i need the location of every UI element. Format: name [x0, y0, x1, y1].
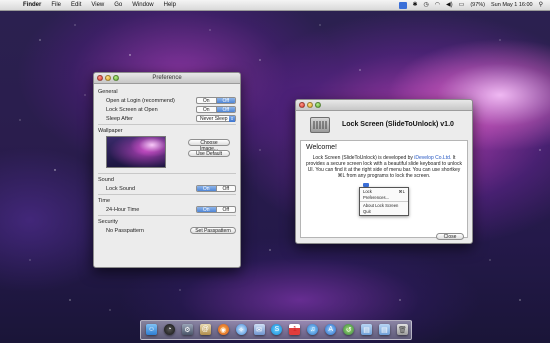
mail-icon[interactable]: ✉: [253, 324, 265, 335]
hour24-off[interactable]: Off: [215, 207, 236, 212]
wifi-icon[interactable]: ◠: [432, 0, 443, 11]
menu-clock[interactable]: Sun May 1 16:00: [488, 0, 536, 11]
select-arrows-icon: ⇕: [229, 116, 235, 122]
folder-icon[interactable]: ▤: [378, 324, 390, 335]
sleep-after-label: Sleep After: [106, 115, 133, 122]
time-machine-icon[interactable]: ↺: [343, 324, 355, 335]
wallpaper-label: Wallpaper: [98, 128, 123, 134]
menu-preview-panel: Lock ⌘L Preferences... About Lock Screen …: [359, 187, 409, 216]
menu-edit[interactable]: Edit: [66, 0, 86, 11]
lock-at-open-label: Lock Screen at Open: [106, 106, 158, 113]
firefox-icon[interactable]: ◉: [217, 324, 229, 335]
divider: [98, 173, 236, 174]
close-button[interactable]: Close: [436, 233, 464, 240]
time-label: Time: [98, 198, 111, 204]
bluetooth-icon[interactable]: ✱: [410, 0, 421, 11]
lock-at-open-toggle[interactable]: On Off: [196, 106, 236, 113]
menu-preview: Lock ⌘L Preferences... About Lock Screen …: [359, 183, 409, 216]
ical-icon[interactable]: 1: [289, 324, 301, 335]
sound-label: Sound: [98, 177, 114, 183]
menu-window[interactable]: Window: [127, 0, 158, 11]
wallpaper-row: Choose Image... Use Default: [98, 136, 236, 172]
time-machine-icon[interactable]: ◷: [421, 0, 432, 11]
lock-sound-off[interactable]: Off: [215, 186, 236, 191]
dashboard-icon[interactable]: ◔: [163, 324, 175, 335]
zoom-window-icon[interactable]: [315, 102, 321, 108]
menu-help[interactable]: Help: [159, 0, 181, 11]
lock-at-open-on[interactable]: On: [197, 107, 216, 112]
safari-icon[interactable]: ✧: [235, 324, 247, 335]
menu-preview-separator: [360, 201, 408, 202]
open-at-login-on[interactable]: On: [197, 98, 216, 103]
folder-icon[interactable]: ▤: [361, 324, 373, 335]
preference-window: Preference General Open at Login (recomm…: [93, 72, 241, 268]
keyboard-icon: [310, 116, 330, 133]
preference-titlebar[interactable]: Preference: [94, 73, 240, 84]
open-at-login-off[interactable]: Off: [215, 98, 235, 103]
welcome-heading: Welcome!: [306, 144, 337, 151]
minimize-window-icon[interactable]: [307, 102, 313, 108]
trash-icon[interactable]: 🗑: [396, 324, 408, 335]
lock-sound-row: Lock Sound On Off: [98, 184, 236, 193]
menu-finder[interactable]: Finder: [18, 0, 46, 11]
menu-view[interactable]: View: [86, 0, 109, 11]
lock-screen-content: Welcome! Lock Screen (SlideToUnlock) is …: [300, 140, 468, 238]
use-default-button[interactable]: Use Default: [188, 150, 230, 157]
lock-screen-window: Lock Screen (SlideToUnlock) v1.0 Welcome…: [295, 99, 473, 244]
hour24-row: 24-Hour Time On Off: [98, 205, 236, 214]
battery-percent: (97%): [470, 1, 485, 8]
menu-preview-preferences: Preferences...: [363, 194, 390, 200]
lock-sound-on[interactable]: On: [197, 186, 216, 191]
lock-sound-label: Lock Sound: [106, 185, 136, 192]
skype-icon[interactable]: S: [271, 324, 283, 335]
menu-file[interactable]: File: [46, 0, 66, 11]
lock-screen-titlebar[interactable]: [296, 100, 472, 111]
battery-icon[interactable]: ▭: [456, 0, 468, 11]
preference-title: Preference: [152, 75, 182, 81]
sleep-after-value: Never Sleep: [200, 116, 228, 122]
open-at-login-label: Open at Login (recommend): [106, 97, 175, 104]
no-passpattern-label: No Passpattern: [106, 227, 144, 234]
minimize-window-icon[interactable]: [105, 75, 111, 81]
menu-preview-quit: Quit: [363, 208, 371, 214]
volume-icon[interactable]: ◀): [443, 0, 456, 11]
finder-icon[interactable]: ☺: [146, 324, 157, 335]
open-at-login-toggle[interactable]: On Off: [196, 97, 236, 104]
sleep-after-select[interactable]: Never Sleep ⇕: [196, 115, 236, 122]
choose-image-button[interactable]: Choose Image...: [188, 139, 230, 152]
lock-at-open-row: Lock Screen at Open On Off: [98, 105, 236, 114]
divider: [98, 215, 236, 216]
security-label: Security: [98, 219, 118, 225]
sleep-after-row: Sleep After Never Sleep ⇕: [98, 114, 236, 123]
menu-bar: Finder File Edit View Go Window Help ✱ ◷…: [0, 0, 550, 11]
app-store-icon[interactable]: A: [325, 324, 337, 335]
close-window-icon[interactable]: [299, 102, 305, 108]
lock-sound-toggle[interactable]: On Off: [196, 185, 236, 192]
open-at-login-row: Open at Login (recommend) On Off: [98, 96, 236, 105]
lock-screen-menu-icon[interactable]: [398, 1, 407, 9]
divider: [98, 124, 236, 125]
general-label: General: [98, 89, 118, 95]
description-text: Lock Screen (SlideToUnlock) is developed…: [306, 155, 462, 179]
lock-screen-title: Lock Screen (SlideToUnlock) v1.0: [342, 121, 454, 128]
hour24-toggle[interactable]: On Off: [196, 206, 236, 213]
hour24-on[interactable]: On: [197, 207, 216, 212]
divider: [98, 194, 236, 195]
set-passpattern-button[interactable]: Set Passpattern: [190, 227, 236, 234]
hour24-label: 24-Hour Time: [106, 206, 140, 213]
itunes-icon[interactable]: ♫: [307, 324, 319, 335]
close-window-icon[interactable]: [97, 75, 103, 81]
passpattern-row: No Passpattern Set Passpattern: [98, 226, 236, 235]
system-icon[interactable]: ⚙: [181, 324, 193, 335]
wallpaper-thumbnail: [106, 136, 166, 168]
address-book-icon[interactable]: @: [199, 324, 211, 335]
dock-icons: ☺ ◔ ⚙ @ ◉ ✧ ✉ S 1 ♫ A ↺ ▤ ▤ 🗑: [146, 322, 408, 337]
lock-at-open-off[interactable]: Off: [215, 107, 235, 112]
menu-go[interactable]: Go: [109, 0, 127, 11]
zoom-window-icon[interactable]: [113, 75, 119, 81]
lock-screen-header: Lock Screen (SlideToUnlock) v1.0: [296, 111, 472, 138]
spotlight-icon[interactable]: ⚲: [536, 0, 546, 11]
